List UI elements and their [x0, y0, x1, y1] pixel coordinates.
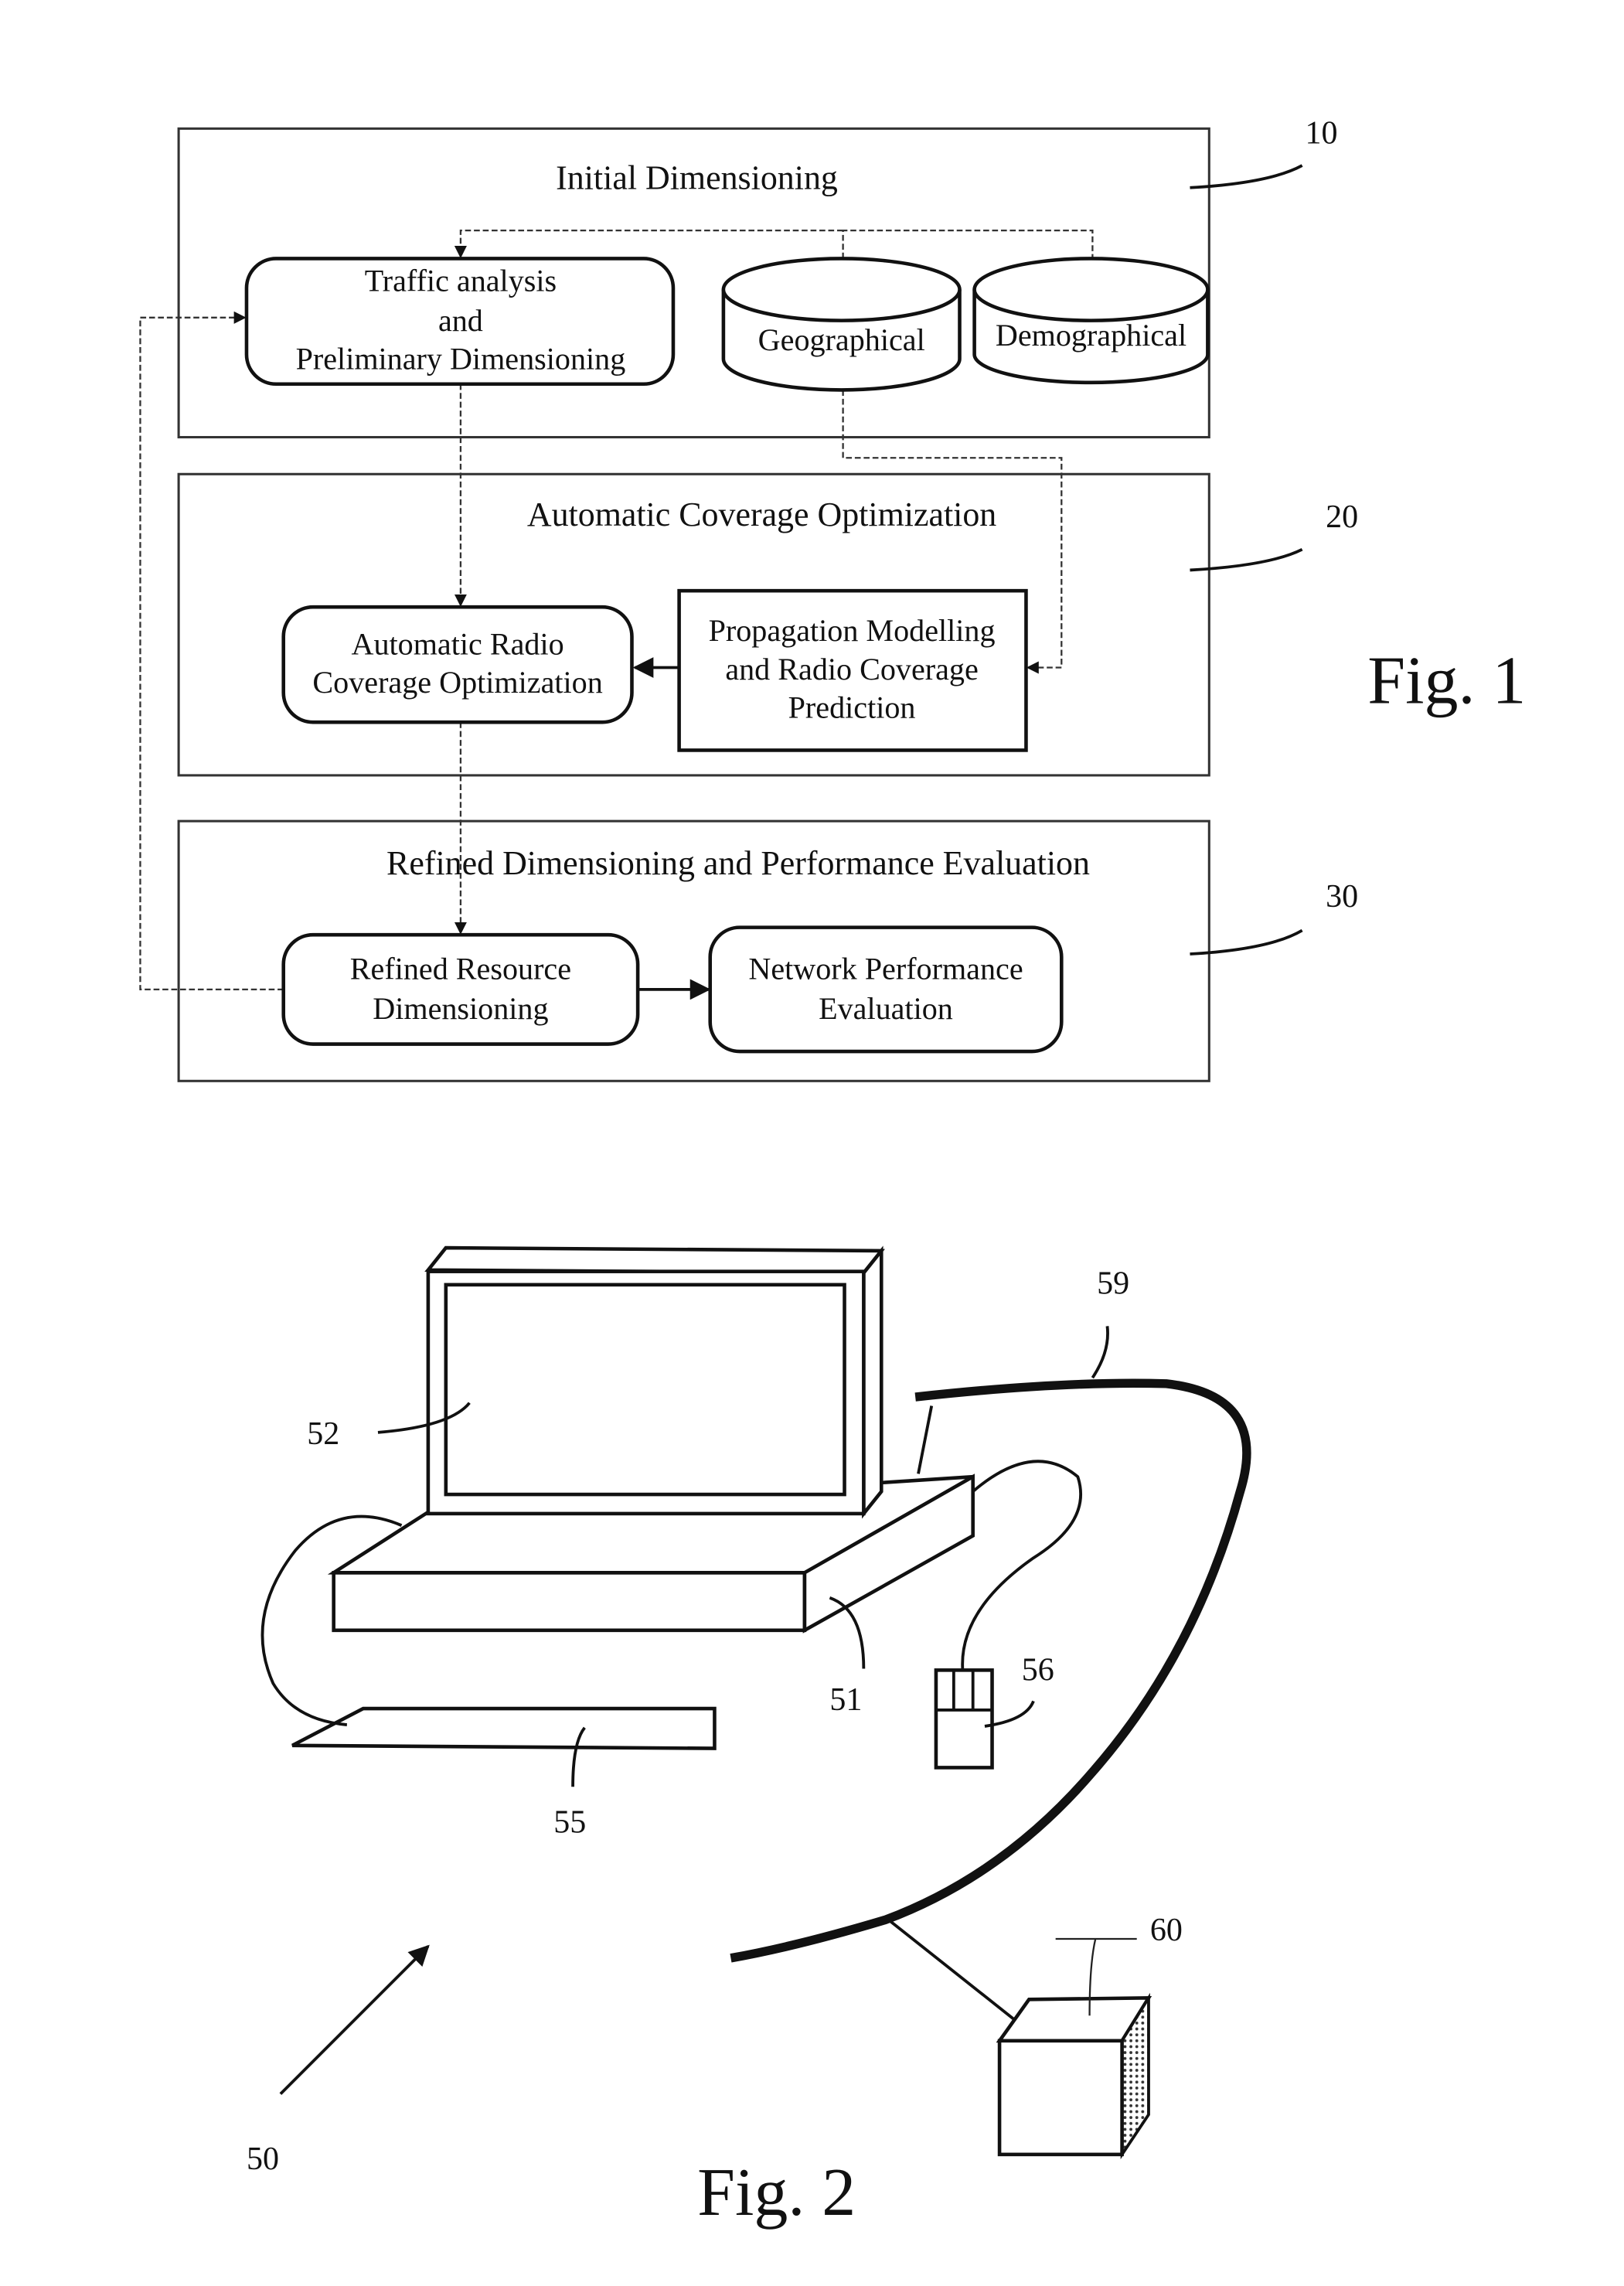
leader-line [1190, 547, 1303, 572]
ref-computer: 51 [829, 1682, 862, 1718]
leader-line [1190, 164, 1303, 189]
system-arrow [279, 1944, 430, 2095]
node-label: Evaluation [819, 991, 953, 1026]
reference-numeral: 10 [1305, 115, 1337, 151]
node-label: Prediction [788, 690, 916, 724]
node-label: Coverage Optimization [312, 665, 602, 700]
connector [842, 229, 1094, 259]
node-label: Automatic Radio [352, 626, 564, 661]
leader-line [1190, 928, 1303, 956]
node-propagation-modelling: Propagation Modelling and Radio Coverage… [677, 588, 1028, 752]
reference-numeral: 20 [1326, 499, 1358, 535]
leader-line [1091, 1326, 1109, 1379]
node-label: Traffic analysis [365, 263, 557, 298]
keyboard [291, 1706, 717, 1750]
figure-caption: Fig. 2 [697, 2155, 856, 2230]
node-label: Preliminary Dimensioning [296, 342, 626, 376]
section-title: Refined Dimensioning and Performance Eva… [386, 844, 1090, 882]
ref-monitor: 52 [307, 1416, 339, 1452]
database-geographical: Geographical [721, 257, 962, 392]
node-label: Refined Resource [350, 951, 571, 986]
node-label: Network Performance [748, 951, 1023, 986]
ref-server: 60 [1150, 1913, 1183, 1948]
ref-system: 50 [247, 2141, 279, 2177]
database-demographical: Demographical [972, 257, 1210, 385]
node-label: Propagation Modelling [709, 613, 996, 648]
node-automatic-radio-coverage: Automatic Radio Coverage Optimization [281, 605, 634, 724]
monitor [424, 1245, 886, 1519]
node-label: and Radio Coverage [725, 652, 978, 686]
connector-arrow [454, 229, 843, 259]
ref-network: 59 [1097, 1266, 1129, 1301]
server [996, 1992, 1152, 2160]
node-label: and [438, 303, 483, 338]
section-title: Automatic Coverage Optimization [527, 496, 996, 533]
figure-1: Initial Dimensioning 10 Automatic Covera… [139, 115, 1526, 1082]
mouse-cable [961, 1460, 1082, 1669]
cable-link [917, 1405, 934, 1474]
node-traffic-analysis: Traffic analysis and Preliminary Dimensi… [244, 257, 676, 387]
node-label: Geographical [758, 322, 925, 357]
figure-caption: Fig. 1 [1367, 643, 1526, 718]
ref-mouse: 56 [1022, 1653, 1054, 1688]
reference-numeral: 30 [1326, 879, 1358, 915]
cable-link [889, 1920, 1020, 2025]
node-label: Demographical [996, 318, 1187, 353]
ref-keyboard: 55 [553, 1804, 586, 1840]
figure-2: 52 51 55 56 59 60 50 Fig. 2 [247, 1245, 1251, 2230]
feedback-arrow [139, 311, 284, 991]
node-refined-resource: Refined Resource Dimensioning [281, 932, 640, 1046]
patent-drawing: Initial Dimensioning 10 Automatic Covera… [139, 115, 1526, 2230]
section-title: Initial Dimensioning [556, 159, 838, 197]
node-network-performance: Network Performance Evaluation [708, 925, 1064, 1054]
mouse [934, 1668, 994, 1770]
node-label: Dimensioning [373, 991, 548, 1026]
